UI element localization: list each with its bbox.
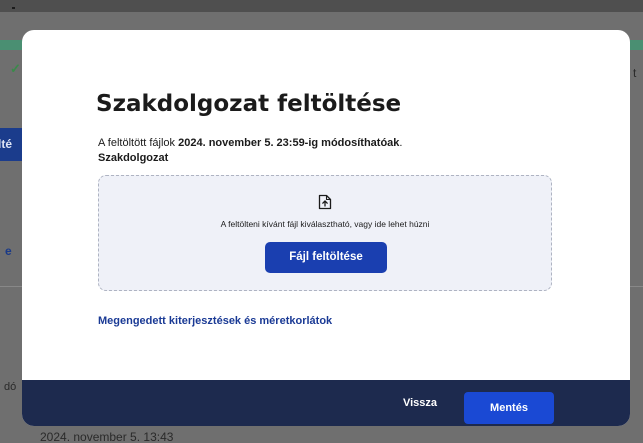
deadline-info: A feltöltött fájlok 2024. november 5. 23… — [98, 136, 402, 150]
file-upload-icon — [318, 194, 332, 210]
background-upload-button: lté — [0, 128, 22, 161]
upload-file-button[interactable]: Fájl feltöltése — [265, 242, 387, 273]
background-check-icon: ✓ — [10, 61, 21, 76]
background-left-text: dó — [4, 381, 17, 393]
deadline-info-suffix: . — [399, 137, 403, 149]
background-divider-right — [630, 286, 643, 287]
background-menu-mark — [12, 7, 15, 9]
upload-dialog: Szakdolgozat feltöltése A feltöltött fáj… — [22, 30, 630, 426]
dialog-footer: Vissza Mentés — [22, 380, 630, 426]
deadline-info-prefix: A feltöltött fájlok — [98, 137, 179, 149]
save-button[interactable]: Mentés — [464, 392, 554, 424]
background-divider — [0, 286, 22, 287]
back-button[interactable]: Vissza — [390, 394, 450, 412]
background-top-bar — [0, 0, 643, 12]
background-progress-strip-right — [630, 40, 643, 50]
file-dropzone[interactable]: A feltölteni kívánt fájl kiválasztható, … — [98, 175, 552, 291]
allowed-extensions-link[interactable]: Megengedett kiterjesztések és méretkorlá… — [98, 314, 332, 328]
thesis-field-label: Szakdolgozat — [98, 152, 169, 164]
screen: ✓ t lté e dó 2024. november 5. 13:43 Sza… — [0, 0, 643, 443]
background-link: e — [5, 244, 12, 258]
dialog-title: Szakdolgozat feltöltése — [96, 91, 402, 117]
background-date-text: 2024. november 5. 13:43 — [40, 430, 174, 443]
dropzone-hint: A feltölteni kívánt fájl kiválasztható, … — [220, 219, 430, 229]
background-right-text: t — [633, 66, 637, 80]
deadline-date: 2024. november 5. 23:59-ig módosíthatóak — [178, 137, 400, 149]
background-progress-strip — [0, 40, 24, 50]
